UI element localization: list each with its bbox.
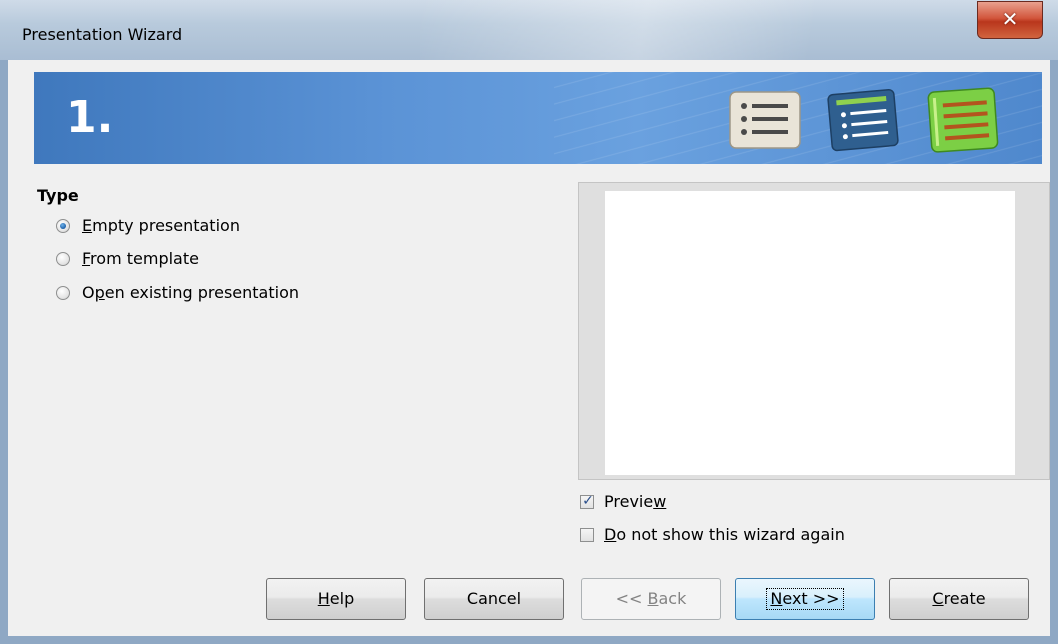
preview-canvas [605,191,1015,475]
dont-show-again-checkbox[interactable] [580,528,594,542]
cancel-button[interactable]: Cancel [424,578,564,620]
preview-checkbox[interactable]: ✓ [580,493,594,509]
preview-checkbox-label: Preview [604,492,667,511]
type-label: Type [37,186,79,205]
presentation-wizard-window: Presentation Wizard ✕ 1. Type Empty pres… [0,0,1058,644]
step-number: 1. [66,92,114,143]
radio-button[interactable] [56,252,70,266]
preview-frame [578,182,1050,480]
radio-button[interactable] [56,219,70,233]
help-button[interactable]: Help [266,578,406,620]
title-bar[interactable]: Presentation Wizard ✕ [0,0,1058,60]
step-banner: 1. [34,72,1042,164]
radio-selected-dot [60,223,66,229]
checkmark-icon: ✓ [582,493,594,509]
focus-indicator: Next >> [766,588,844,610]
radio-label-template: From template [82,249,199,268]
back-button[interactable]: << Back [581,578,721,620]
create-button[interactable]: Create [889,578,1029,620]
close-icon: ✕ [1001,7,1019,31]
radio-button[interactable] [56,286,70,300]
radio-label-empty: Empty presentation [82,216,240,235]
close-button[interactable]: ✕ [977,1,1043,39]
list-icon [726,86,806,156]
list-green-icon [922,86,1006,160]
window-title: Presentation Wizard [22,25,183,44]
next-button[interactable]: Next >> [735,578,875,620]
list-blue-icon [824,86,904,156]
title-bar-glass [420,0,980,60]
dont-show-again-label: Do not show this wizard again [604,525,845,544]
dialog-body: 1. Type Empty presentation From template… [8,60,1050,636]
window-frame-bottom [0,636,1058,644]
radio-label-open-existing: Open existing presentation [82,283,300,302]
